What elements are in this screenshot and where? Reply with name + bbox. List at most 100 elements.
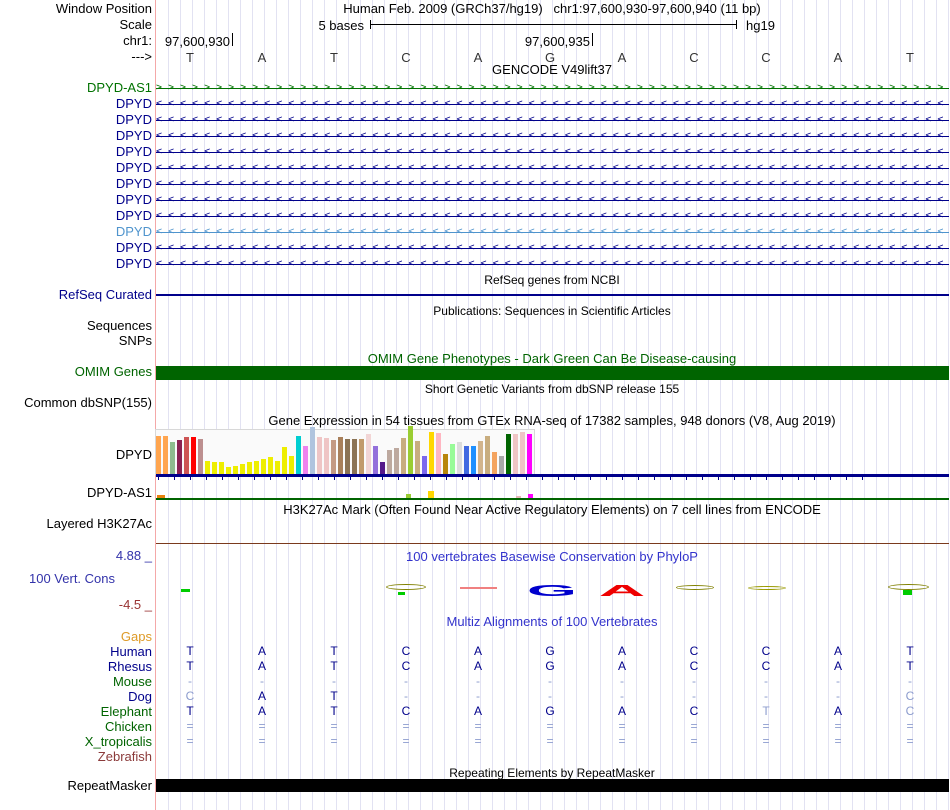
h3k27ac-track-title[interactable]: H3K27Ac Mark (Often Found Near Active Re…: [156, 503, 948, 517]
gencode-track-title[interactable]: GENCODE V49lift37: [156, 63, 948, 77]
gene-label-dpyd[interactable]: DPYD: [2, 177, 152, 191]
gtex-bar: [394, 448, 399, 474]
sequences-label[interactable]: Sequences: [2, 319, 152, 333]
gene-strand-arrows: >>>>>>>>>>>>>>>>>>>>>>>>>>>>>>>>>>>>>>>>…: [156, 82, 949, 93]
coordinate-left-tick: [232, 33, 233, 46]
gene-strand-arrows: <<<<<<<<<<<<<<<<<<<<<<<<<<<<<<<<<<<<<<<<…: [156, 178, 949, 189]
gtex-dpyd-as1-label[interactable]: DPYD-AS1: [2, 486, 152, 500]
gtex-bar: [296, 436, 301, 474]
multiz-base: G: [545, 704, 555, 718]
multiz-species-mouse[interactable]: Mouse: [2, 675, 152, 689]
multiz-base: -: [764, 674, 768, 688]
repeatmasker-label[interactable]: RepeatMasker: [2, 779, 152, 793]
gtex-bar: [289, 456, 294, 474]
gtex-tick: [510, 477, 511, 480]
gene-row-dpyd[interactable]: <<<<<<<<<<<<<<<<<<<<<<<<<<<<<<<<<<<<<<<<…: [156, 145, 949, 159]
gene-row-dpyd[interactable]: <<<<<<<<<<<<<<<<<<<<<<<<<<<<<<<<<<<<<<<<…: [156, 161, 949, 175]
gtex-bar: [163, 436, 168, 474]
gene-label-dpyd[interactable]: DPYD: [2, 129, 152, 143]
multiz-base: T: [906, 659, 914, 673]
gtex-bar: [282, 447, 287, 474]
common-dbsnp-label[interactable]: Common dbSNP(155): [2, 396, 152, 410]
multiz-base: C: [401, 659, 411, 673]
phylop-track-title[interactable]: 100 vertebrates Basewise Conservation by…: [156, 550, 948, 564]
gene-label-dpyd[interactable]: DPYD: [2, 225, 152, 239]
coordinate-mid: 97,600,935: [524, 34, 590, 49]
multiz-species-zebrafish[interactable]: Zebrafish: [2, 750, 152, 764]
gene-row-dpyd[interactable]: <<<<<<<<<<<<<<<<<<<<<<<<<<<<<<<<<<<<<<<<…: [156, 209, 949, 223]
gtex-bar: [359, 439, 364, 474]
gtex-bar: [226, 467, 231, 474]
gene-row-dpyd[interactable]: <<<<<<<<<<<<<<<<<<<<<<<<<<<<<<<<<<<<<<<<…: [156, 129, 949, 143]
omim-genes-label[interactable]: OMIM Genes: [2, 365, 152, 379]
refseq-track-title[interactable]: RefSeq genes from NCBI: [156, 273, 948, 287]
gene-label-dpyd[interactable]: DPYD: [2, 257, 152, 271]
gene-label-dpyd[interactable]: DPYD: [2, 145, 152, 159]
multiz-base: -: [620, 674, 624, 688]
multiz-base: T: [186, 704, 194, 718]
gtex-dpyd-as1-line[interactable]: [156, 498, 949, 500]
vert-cons-label[interactable]: 100 Vert. Cons: [2, 571, 115, 586]
gene-label-dpyd[interactable]: DPYD: [2, 161, 152, 175]
gtex-tick: [382, 477, 383, 480]
gene-label-dpyd-as1[interactable]: DPYD-AS1: [2, 81, 152, 95]
multiz-species-x_tropicalis[interactable]: X_tropicalis: [2, 735, 152, 749]
multiz-base: -: [476, 674, 480, 688]
omim-track-title[interactable]: OMIM Gene Phenotypes - Dark Green Can Be…: [156, 352, 948, 366]
gtex-bar: [324, 438, 329, 474]
gtex-bar: [527, 434, 532, 474]
multiz-species-chicken[interactable]: Chicken: [2, 720, 152, 734]
multiz-species-human[interactable]: Human: [2, 645, 152, 659]
gtex-tick: [862, 477, 863, 480]
gtex-tick: [366, 477, 367, 480]
snps-label[interactable]: SNPs: [2, 334, 152, 348]
multiz-base: A: [617, 644, 626, 658]
multiz-base: =: [330, 719, 338, 733]
gene-label-dpyd[interactable]: DPYD: [2, 97, 152, 111]
gtex-bar: [415, 441, 420, 474]
gene-row-dpyd[interactable]: <<<<<<<<<<<<<<<<<<<<<<<<<<<<<<<<<<<<<<<<…: [156, 193, 949, 207]
refseq-curated-label[interactable]: RefSeq Curated: [2, 288, 152, 302]
multiz-base: =: [546, 719, 554, 733]
multiz-base: -: [548, 689, 552, 703]
gene-label-dpyd[interactable]: DPYD: [2, 193, 152, 207]
multiz-base: A: [257, 704, 266, 718]
multiz-base: =: [258, 734, 266, 748]
gene-row-dpyd[interactable]: <<<<<<<<<<<<<<<<<<<<<<<<<<<<<<<<<<<<<<<<…: [156, 241, 949, 255]
repeatmasker-bar[interactable]: [156, 779, 949, 792]
gene-row-dpyd[interactable]: <<<<<<<<<<<<<<<<<<<<<<<<<<<<<<<<<<<<<<<<…: [156, 177, 949, 191]
gtex-bar: [401, 438, 406, 474]
gene-row-dpyd-as1[interactable]: >>>>>>>>>>>>>>>>>>>>>>>>>>>>>>>>>>>>>>>>…: [156, 81, 949, 95]
phylop-flattened-letter: [386, 584, 426, 590]
multiz-species-dog[interactable]: Dog: [2, 690, 152, 704]
multiz-base: -: [260, 674, 264, 688]
gtex-bar: [464, 446, 469, 474]
dbsnp-track-title[interactable]: Short Genetic Variants from dbSNP releas…: [156, 382, 948, 396]
refseq-curated-line[interactable]: [156, 294, 949, 296]
gtex-bar: [485, 436, 490, 474]
layered-h3k27ac-label[interactable]: Layered H3K27Ac: [2, 517, 152, 531]
multiz-track-title[interactable]: Multiz Alignments of 100 Vertebrates: [156, 615, 948, 629]
omim-genes-bar[interactable]: [156, 366, 949, 380]
gene-row-dpyd[interactable]: <<<<<<<<<<<<<<<<<<<<<<<<<<<<<<<<<<<<<<<<…: [156, 113, 949, 127]
multiz-base: A: [617, 659, 626, 673]
gene-label-dpyd[interactable]: DPYD: [2, 209, 152, 223]
gene-strand-arrows: <<<<<<<<<<<<<<<<<<<<<<<<<<<<<<<<<<<<<<<<…: [156, 114, 949, 125]
repeatmasker-track-title[interactable]: Repeating Elements by RepeatMasker: [156, 766, 948, 780]
publications-track-title[interactable]: Publications: Sequences in Scientific Ar…: [156, 304, 948, 318]
multiz-species-elephant[interactable]: Elephant: [2, 705, 152, 719]
multiz-base: =: [402, 734, 410, 748]
gtex-track-title[interactable]: Gene Expression in 54 tissues from GTEx …: [156, 414, 948, 428]
multiz-species-rhesus[interactable]: Rhesus: [2, 660, 152, 674]
gene-strand-arrows: <<<<<<<<<<<<<<<<<<<<<<<<<<<<<<<<<<<<<<<<…: [156, 146, 949, 157]
gtex-bar: [240, 464, 245, 474]
gene-row-dpyd[interactable]: <<<<<<<<<<<<<<<<<<<<<<<<<<<<<<<<<<<<<<<<…: [156, 97, 949, 111]
gtex-bar: [233, 466, 238, 474]
multiz-species-gaps[interactable]: Gaps: [2, 630, 152, 644]
gene-label-dpyd[interactable]: DPYD: [2, 113, 152, 127]
gene-label-dpyd[interactable]: DPYD: [2, 241, 152, 255]
gene-row-dpyd[interactable]: <<<<<<<<<<<<<<<<<<<<<<<<<<<<<<<<<<<<<<<<…: [156, 257, 949, 271]
gtex-dpyd-label[interactable]: DPYD: [2, 448, 152, 462]
multiz-base: C: [689, 644, 699, 658]
gene-row-dpyd[interactable]: <<<<<<<<<<<<<<<<<<<<<<<<<<<<<<<<<<<<<<<<…: [156, 225, 949, 239]
